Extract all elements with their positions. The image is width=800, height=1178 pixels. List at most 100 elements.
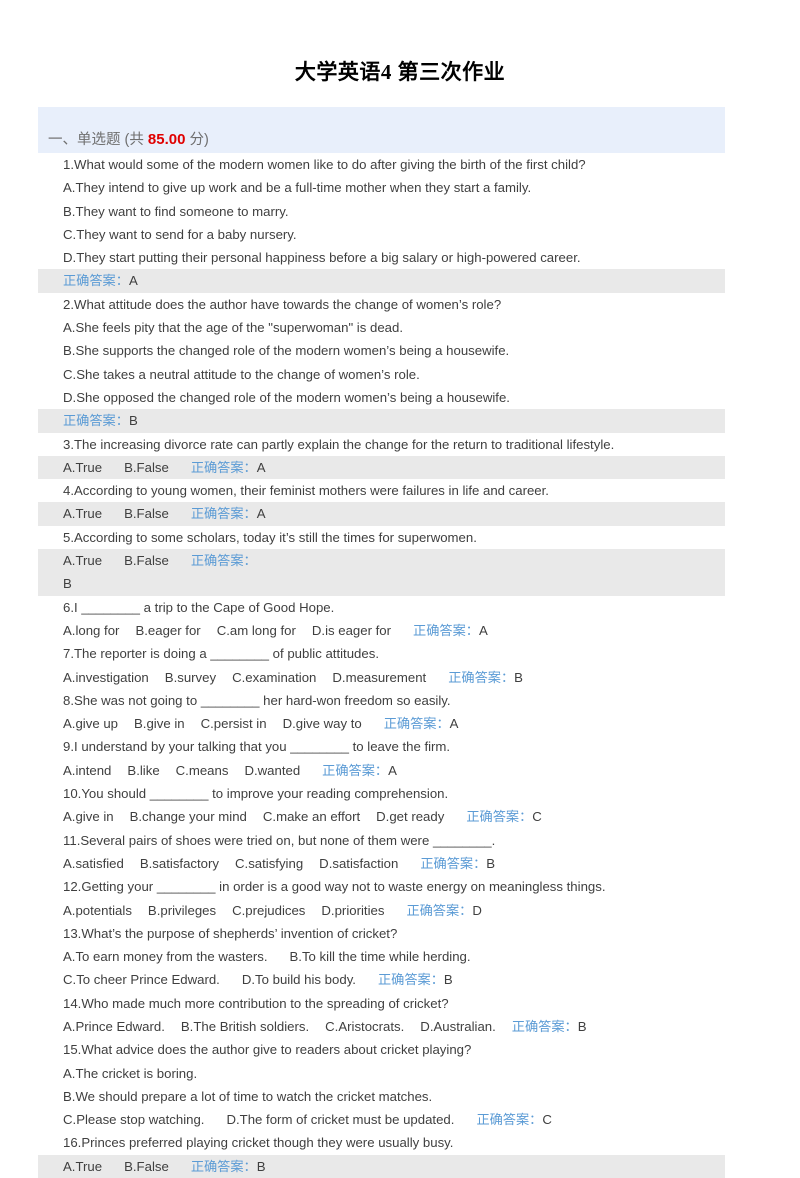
question-item: 14.Who made much more contribution to th… (0, 992, 800, 1039)
question-option[interactable]: B.privileges (148, 903, 216, 918)
section-title: 一、单选题 (共 85.00 分) (48, 128, 209, 149)
question-stem: 12.Getting your ________ in order is a g… (63, 879, 606, 895)
question-option[interactable]: A.True (63, 460, 102, 475)
answer-label: 正确答案： (466, 809, 533, 825)
question-option[interactable]: D.wanted (244, 763, 300, 778)
answer-label: 正确答案： (63, 413, 129, 429)
question-option[interactable]: B.satisfactory (140, 856, 219, 871)
answer-label: 正确答案： (190, 459, 257, 475)
question-option[interactable]: B.like (127, 763, 159, 778)
section-title-prefix: 一、单选题 (共 (48, 132, 148, 148)
answer-value: B (486, 855, 496, 871)
question-option[interactable]: C.Aristocrats. (325, 1019, 404, 1034)
question-option[interactable]: A.intend (63, 763, 111, 778)
question-option[interactable]: D.give way to (283, 716, 362, 731)
question-option[interactable]: D.She opposed the changed role of the mo… (38, 386, 725, 409)
answer-row: A.give in B.change your mind C.make an eff… (38, 805, 725, 828)
answer-row: C.To cheer Prince Edward. D.To build his … (38, 968, 725, 991)
question-option[interactable]: B.False (124, 506, 169, 521)
answer-value: A (478, 622, 488, 638)
question-stem: 15.What advice does the author give to r… (63, 1042, 472, 1058)
question-option[interactable]: B.survey (165, 670, 216, 685)
question-option[interactable]: D.measurement (332, 670, 426, 685)
question-option[interactable]: C.satisfying (235, 856, 303, 871)
question-option[interactable]: B.False (124, 553, 169, 568)
answer-label: 正确答案： (413, 622, 479, 638)
question-stem: 8.She was not going to ________ her hard… (63, 692, 451, 708)
question-item: 12.Getting your ________ in order is a g… (0, 875, 800, 922)
question-option[interactable]: B.change your mind (130, 809, 247, 824)
question-option[interactable]: A.potentials (63, 903, 132, 918)
question-option[interactable]: A.True (63, 553, 102, 568)
question-option[interactable]: B.give in (134, 716, 185, 731)
answer-row: A.True B.False 正确答案：A (38, 502, 725, 526)
question-option[interactable]: D.Australian. (420, 1019, 496, 1034)
question-option[interactable]: B.They want to find someone to marry. (38, 200, 725, 223)
question-option[interactable]: A.long for (63, 623, 119, 638)
answer-label: 正确答案： (420, 855, 487, 871)
question-option[interactable]: C.make an effort (263, 809, 360, 824)
question-option[interactable]: B.eager for (135, 623, 200, 638)
answer-row: A.investigation B.survey C.examination D.me… (38, 666, 725, 689)
question-option[interactable]: D.They start putting their personal happ… (38, 246, 725, 269)
question-stem: 9.I understand by your talking that you … (63, 739, 451, 755)
question-item: 6.I ________ a trip to the Cape of Good … (0, 596, 800, 643)
answer-label: 正确答案： (383, 716, 450, 732)
question-stem: 11.Several pairs of shoes were tried on,… (63, 832, 496, 848)
question-option[interactable]: B.We should prepare a lot of time to wat… (38, 1085, 725, 1108)
question-option[interactable]: B.False (124, 1159, 169, 1174)
question-option[interactable]: D.The form of cricket must be updated. (226, 1112, 454, 1127)
answer-label: 正确答案： (190, 1158, 257, 1174)
question-stem: 1.What would some of the modern women li… (63, 157, 586, 172)
question-option[interactable]: A.True (63, 506, 102, 521)
answer-row: 正确答案：B (38, 409, 725, 433)
answer-value: D (472, 902, 482, 918)
question-option[interactable]: C.She takes a neutral attitude to the ch… (38, 363, 725, 386)
question-option[interactable]: A.The cricket is boring. (38, 1062, 725, 1085)
question-option[interactable]: A.satisfied (63, 856, 124, 871)
question-option[interactable]: C.To cheer Prince Edward. (63, 972, 220, 987)
question-list: 1.What would some of the modern women li… (0, 153, 800, 1178)
question-option[interactable]: A.Prince Edward. (63, 1019, 165, 1034)
question-option[interactable]: C.am long for (217, 623, 296, 638)
question-option[interactable]: A.give up (63, 716, 118, 731)
question-item: 7.The reporter is doing a ________ of pu… (0, 642, 800, 689)
answer-row: A.True B.False 正确答案：A (38, 455, 725, 480)
page-title: 大学英语4 第三次作业 (294, 60, 506, 84)
question-option[interactable]: D.is eager for (312, 623, 391, 638)
question-option[interactable]: A.True (63, 1159, 102, 1174)
question-item: 4.According to young women, their femini… (0, 479, 800, 526)
answer-row: A.potentials B.privileges C.prejudices D.pr… (38, 899, 725, 922)
answer-label: 正确答案： (63, 273, 129, 289)
question-item: 11.Several pairs of shoes were tried on,… (0, 829, 800, 876)
question-item: 1.What would some of the modern women li… (0, 153, 800, 293)
question-option[interactable]: A.She feels pity that the age of the "su… (38, 316, 725, 339)
answer-label: 正确答案： (322, 762, 389, 778)
answer-value: A (449, 716, 459, 732)
answer-value: B (514, 669, 523, 685)
section-title-suffix: 分) (185, 132, 209, 148)
section-score: 85.00 (147, 131, 186, 148)
question-option[interactable]: B.She supports the changed role of the m… (38, 339, 725, 362)
question-option[interactable]: B.False (124, 460, 169, 475)
question-option[interactable]: A.investigation (63, 670, 149, 685)
question-option[interactable]: C.They want to send for a baby nursery. (38, 223, 725, 246)
question-option[interactable]: C.Please stop watching. (63, 1112, 204, 1127)
question-option[interactable]: A.They intend to give up work and be a f… (38, 176, 725, 199)
question-option[interactable]: D.satisfaction (319, 856, 398, 871)
question-option[interactable]: C.examination (232, 670, 316, 685)
question-option[interactable]: C.prejudices (232, 903, 305, 918)
question-option[interactable]: D.To build his body. (242, 972, 356, 987)
question-option[interactable]: C.persist in (201, 716, 267, 731)
question-option[interactable]: D.get ready (376, 809, 444, 824)
question-option[interactable]: B.To kill the time while herding. (290, 949, 471, 964)
question-option[interactable]: B.The British soldiers. (181, 1019, 309, 1034)
question-option[interactable]: C.means (176, 763, 229, 778)
question-stem: 4.According to young women, their femini… (63, 483, 549, 499)
question-option[interactable]: D.priorities (321, 903, 384, 918)
answer-value: B (577, 1018, 587, 1034)
question-option[interactable]: A.give in (63, 809, 114, 824)
question-option[interactable]: A.To earn money from the wasters. (63, 949, 268, 964)
answer-label: 正确答案： (377, 972, 444, 988)
answer-label: 正确答案： (448, 669, 515, 685)
